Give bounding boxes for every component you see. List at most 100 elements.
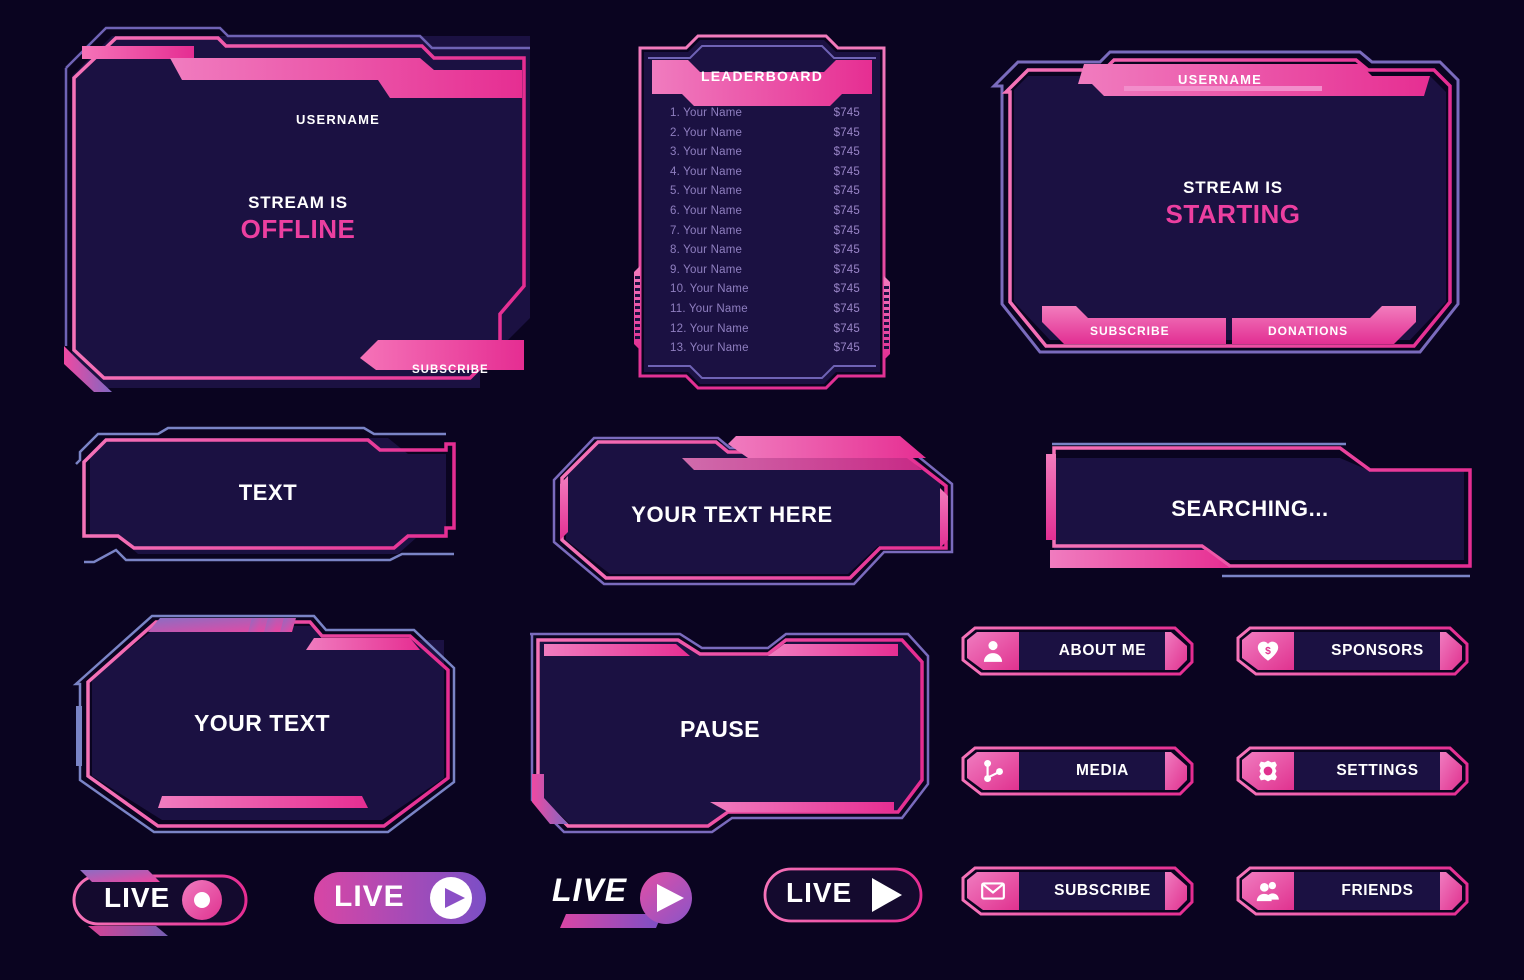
settings-label: SETTINGS xyxy=(1336,762,1419,779)
leaderboard-row-amount: $745 xyxy=(833,263,860,276)
leaderboard-row: 7. Your Name $745 xyxy=(670,222,860,242)
leaderboard-row-name: 4. Your Name xyxy=(670,165,743,178)
searching-bottom-wedge xyxy=(1050,550,1230,568)
leaderboard-row: 8. Your Name $745 xyxy=(670,241,860,261)
settings-button[interactable]: SETTINGS xyxy=(1236,746,1469,796)
media-button[interactable]: MEDIA xyxy=(961,746,1194,796)
offline-top-nub xyxy=(82,46,194,59)
overlay-pack-canvas: USERNAME STREAM IS OFFLINE SUBSCRIBE LEA… xyxy=(0,0,1524,980)
live-badge-outline-play-label: LIVE xyxy=(786,877,853,908)
leaderboard-rows: 1. Your Name $745 2. Your Name $745 3. Y… xyxy=(670,104,860,359)
leaderboard-row-name: 12. Your Name xyxy=(670,322,749,335)
leaderboard-row: 10. Your Name $745 xyxy=(670,280,860,300)
leaderboard-row-amount: $745 xyxy=(833,204,860,217)
leaderboard-row-amount: $745 xyxy=(833,322,860,335)
your-text-here-panel: YOUR TEXT HERE xyxy=(548,436,958,588)
stream-offline-panel: USERNAME STREAM IS OFFLINE SUBSCRIBE xyxy=(60,26,530,396)
text-box-panel: TEXT xyxy=(68,426,468,568)
leaderboard-row: 11. Your Name $745 xyxy=(670,300,860,320)
leaderboard-row-amount: $745 xyxy=(833,165,860,178)
leaderboard-row-amount: $745 xyxy=(833,244,860,257)
pause-fill xyxy=(540,642,920,824)
pause-panel: PAUSE xyxy=(510,612,940,842)
leaderboard-side-ticks-right xyxy=(884,276,890,360)
media-label: MEDIA xyxy=(1076,762,1129,779)
leaderboard-row-name: 10. Your Name xyxy=(670,283,749,296)
subscribe-icon-label: SUBSCRIBE xyxy=(1054,882,1151,899)
live-italic-underline xyxy=(560,914,662,928)
leaderboard-row-name: 5. Your Name xyxy=(670,185,743,198)
leaderboard-row-name: 1. Your Name xyxy=(670,107,743,119)
live-badge-outline-dot[interactable]: LIVE xyxy=(72,862,258,938)
your-text-left-nub xyxy=(76,706,82,766)
live-badge-outline-dot-label: LIVE xyxy=(104,882,171,913)
leaderboard-row: 13. Your Name $745 xyxy=(670,339,860,359)
live-badge-top-slash xyxy=(80,870,160,882)
leaderboard-row: 5. Your Name $745 xyxy=(670,182,860,202)
leaderboard-row-amount: $745 xyxy=(833,107,860,119)
sponsors-button[interactable]: $ SPONSORS xyxy=(1236,626,1469,676)
leaderboard-row-amount: $745 xyxy=(833,283,860,296)
about-me-label: ABOUT ME xyxy=(1058,642,1147,659)
leaderboard-row-name: 3. Your Name xyxy=(670,146,743,159)
live-badge-bottom-slash xyxy=(88,926,168,936)
leaderboard-row-amount: $745 xyxy=(833,224,860,237)
live-badge-italic-label: LIVE xyxy=(552,872,628,908)
leaderboard-row-amount: $745 xyxy=(833,342,860,355)
live-badge-outline-play[interactable]: LIVE xyxy=(762,866,924,924)
starting-username-nub xyxy=(1124,86,1322,91)
friends-label: FRIENDS xyxy=(1341,882,1414,899)
heart-dollar-icon: $ xyxy=(1252,636,1284,666)
leaderboard-side-ticks-left xyxy=(634,266,640,350)
leaderboard-row-name: 9. Your Name xyxy=(670,263,743,276)
offline-subscribe-banner xyxy=(360,340,524,370)
live-badge-pill-label: LIVE xyxy=(334,880,405,913)
pause-bottom-right-banner xyxy=(710,802,894,812)
leaderboard-row-name: 8. Your Name xyxy=(670,244,743,257)
leaderboard-row-name: 2. Your Name xyxy=(670,126,743,139)
leaderboard-row-amount: $745 xyxy=(833,126,860,139)
pause-top-left-banner xyxy=(544,644,690,656)
leaderboard-row: 4. Your Name $745 xyxy=(670,163,860,183)
leaderboard-panel: LEADERBOARD 1. Your Name $745 2. Your Na… xyxy=(628,32,896,394)
leaderboard-row-amount: $745 xyxy=(833,146,860,159)
your-text-here-top-banner xyxy=(728,436,926,458)
leaderboard-row: 2. Your Name $745 xyxy=(670,124,860,144)
envelope-icon xyxy=(977,876,1009,906)
your-text-bottom-bar xyxy=(158,796,368,808)
your-text-fill xyxy=(92,626,444,820)
starting-panel-fill xyxy=(1014,76,1446,340)
about-me-button[interactable]: ABOUT ME xyxy=(961,626,1194,676)
your-text-panel: YOUR TEXT xyxy=(62,606,462,842)
leaderboard-row-amount: $745 xyxy=(833,185,860,198)
share-network-icon xyxy=(977,756,1009,786)
your-text-here-left-accent xyxy=(560,476,568,540)
subscribe-button[interactable]: SUBSCRIBE xyxy=(961,866,1194,916)
live-badge-italic[interactable]: LIVE xyxy=(540,864,718,934)
live-badge-pill-solid[interactable]: LIVE xyxy=(312,868,490,928)
sponsors-label: SPONSORS xyxy=(1331,642,1424,659)
searching-panel: SEARCHING... xyxy=(1040,436,1476,586)
friends-button[interactable]: FRIENDS xyxy=(1236,866,1469,916)
leaderboard-row: 12. Your Name $745 xyxy=(670,320,860,340)
stream-starting-panel: USERNAME STREAM IS STARTING SUBSCRIBE DO… xyxy=(980,50,1478,382)
leaderboard-row: 3. Your Name $745 xyxy=(670,143,860,163)
text-box-fill xyxy=(90,438,446,554)
your-text-top-dashes xyxy=(248,618,294,632)
your-text-here-right-accent xyxy=(940,488,948,548)
pause-top-right-banner xyxy=(768,644,898,656)
leaderboard-row-name: 11. Your Name xyxy=(670,302,748,315)
leaderboard-row-amount: $745 xyxy=(833,302,860,315)
leaderboard-row-name: 6. Your Name xyxy=(670,204,743,217)
leaderboard-row-name: 13. Your Name xyxy=(670,342,749,355)
gear-icon xyxy=(1252,756,1284,786)
record-dot-inner xyxy=(194,892,210,908)
leaderboard-row: 6. Your Name $745 xyxy=(670,202,860,222)
svg-text:$: $ xyxy=(1265,646,1271,657)
people-icon xyxy=(1252,876,1284,906)
your-text-top-right-banner xyxy=(306,638,420,650)
person-icon xyxy=(977,636,1009,666)
leaderboard-row: 1. Your Name $745 xyxy=(670,104,860,124)
your-text-here-top-banner-2 xyxy=(682,458,922,470)
searching-left-accent xyxy=(1046,454,1056,540)
